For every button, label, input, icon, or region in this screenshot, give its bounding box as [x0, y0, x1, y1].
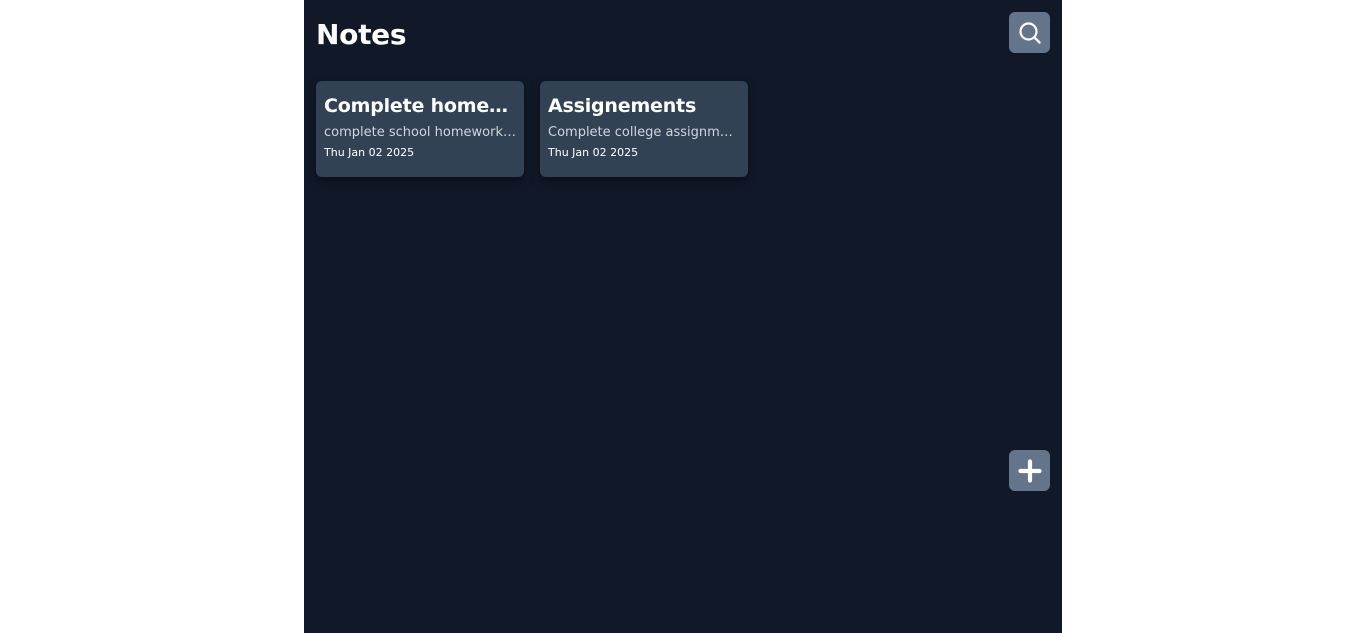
note-card[interactable]: Complete homework complete school homewo…	[316, 81, 524, 177]
note-date: Thu Jan 02 2025	[548, 146, 639, 159]
note-date: Thu Jan 02 2025	[324, 146, 415, 159]
note-title: Complete homework	[324, 95, 516, 117]
note-body: Complete college assignments	[548, 125, 740, 140]
note-card[interactable]: Assignements Complete college assignment…	[540, 81, 748, 177]
plus-icon	[1017, 458, 1043, 484]
page-title: Notes	[316, 18, 407, 51]
search-button[interactable]	[1009, 12, 1050, 53]
notes-app: Notes Complete homework complete school …	[304, 0, 1062, 633]
add-note-button[interactable]	[1009, 450, 1050, 491]
note-title: Assignements	[548, 95, 697, 117]
note-body: complete school homework before the dead…	[324, 125, 516, 140]
search-icon	[1017, 20, 1043, 46]
notes-grid: Complete homework complete school homewo…	[316, 81, 748, 177]
